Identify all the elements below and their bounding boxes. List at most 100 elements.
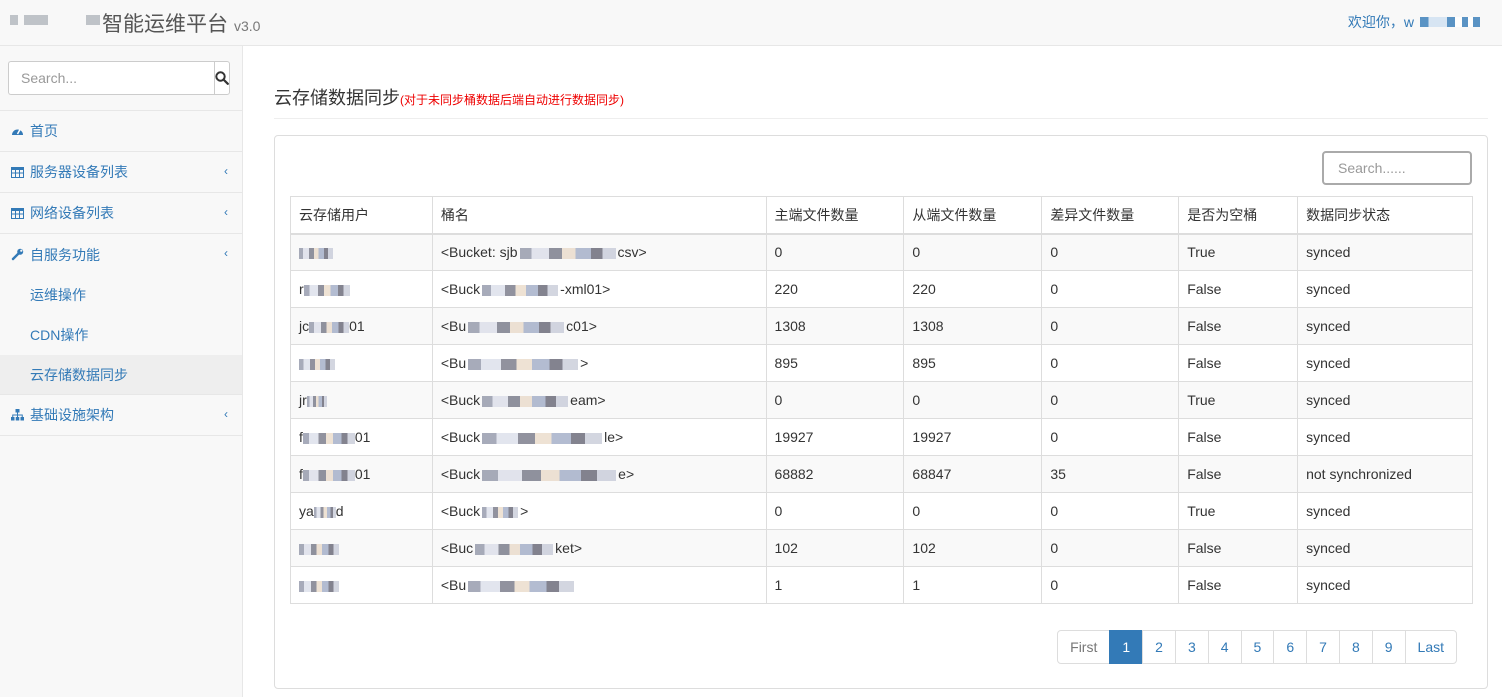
cell-user-suffix: 01: [349, 318, 365, 334]
sidebar-search: [0, 46, 242, 111]
cell-empty: False: [1178, 307, 1299, 345]
col-header-master-count[interactable]: 主端文件数量: [765, 196, 905, 235]
cell-user-suffix: 01: [354, 466, 371, 482]
cell-user: [290, 344, 433, 382]
cell-bucket-prefix: <Buck: [440, 429, 481, 445]
cell-master-count: 0: [765, 381, 905, 419]
cell-status: synced: [1297, 492, 1473, 530]
cell-status: synced: [1297, 418, 1473, 456]
cell-bucket-suffix: e>: [618, 466, 635, 482]
cell-user-suffix: 01: [354, 429, 371, 445]
cell-slave-count: 0: [903, 492, 1043, 530]
cell-empty: True: [1178, 233, 1299, 271]
cell-bucket-prefix: <Bu: [440, 318, 467, 334]
table-icon: [10, 206, 24, 220]
col-header-user[interactable]: 云存储用户: [290, 196, 433, 235]
col-header-slave-count[interactable]: 从端文件数量: [903, 196, 1043, 235]
sidebar-item-home[interactable]: 首页: [0, 111, 242, 152]
cell-status: synced: [1297, 381, 1473, 419]
welcome-text: 欢迎你，w: [1347, 14, 1414, 30]
user-menu[interactable]: 欢迎你，w: [1348, 12, 1480, 32]
main-content: 云存储数据同步 (对于未同步桶数据后端自动进行数据同步) 云存储用户 桶名 主端…: [274, 46, 1488, 689]
sidebar-subitem-ops[interactable]: 运维操作: [0, 275, 242, 315]
cell-empty: True: [1178, 492, 1299, 530]
cell-master-count: 0: [765, 492, 905, 530]
table-row: <Bucket: sjb csv> 0 0 0 True synced: [290, 233, 1473, 271]
col-header-empty[interactable]: 是否为空桶: [1178, 196, 1299, 235]
table-search-input[interactable]: [1322, 151, 1472, 185]
pagination-page-button[interactable]: 9: [1371, 630, 1406, 664]
cell-user: jr: [290, 381, 433, 419]
redacted-bucket: [482, 284, 559, 296]
cell-empty: False: [1178, 270, 1299, 308]
cell-bucket: <Bucket: sjb csv>: [431, 233, 767, 271]
pagination-last-button[interactable]: Last: [1404, 630, 1457, 664]
sidebar-subitem-cdn[interactable]: CDN操作: [0, 315, 242, 355]
cell-bucket-suffix: >: [520, 503, 529, 519]
cell-status: synced: [1297, 233, 1473, 271]
cell-bucket-suffix: c01>: [566, 318, 597, 334]
sidebar-item-label: 首页: [30, 123, 58, 139]
pagination-page-button[interactable]: 5: [1240, 630, 1275, 664]
cell-master-count: 895: [765, 344, 905, 382]
cell-master-count: 102: [765, 529, 905, 567]
search-icon: [215, 71, 229, 85]
table-row: f 01 <Buck le> 19927 19927 0 False synced: [290, 418, 1473, 456]
pagination-page-button[interactable]: 8: [1338, 630, 1373, 664]
cell-user: r: [290, 270, 433, 308]
pagination-page-button[interactable]: 4: [1207, 630, 1242, 664]
chevron-left-icon: ‹: [224, 246, 228, 260]
redacted-bucket: [468, 321, 565, 333]
cell-bucket-suffix: ket>: [555, 540, 583, 556]
pagination-page-button[interactable]: 7: [1306, 630, 1340, 664]
sidebar-subitem-cloud-sync[interactable]: 云存储数据同步: [0, 355, 242, 395]
cell-bucket: <Bu: [431, 566, 767, 604]
sidebar-search-button[interactable]: [214, 61, 230, 95]
pagination-first-button[interactable]: First: [1057, 630, 1111, 664]
chevron-left-icon: ‹: [224, 205, 228, 219]
cell-status: synced: [1297, 270, 1473, 308]
cell-bucket-suffix: -xml01>: [560, 281, 611, 297]
pagination-page-button[interactable]: 6: [1273, 630, 1308, 664]
sidebar-item-servers[interactable]: 服务器设备列表 ‹: [0, 152, 242, 193]
cell-bucket: <Buc ket>: [431, 529, 767, 567]
table-icon: [10, 165, 24, 179]
sidebar-item-label: 基础设施架构: [30, 407, 114, 423]
chevron-left-icon: ‹: [224, 407, 228, 421]
redacted-bucket: [475, 543, 554, 555]
redacted-username: [1420, 17, 1480, 27]
cell-status: synced: [1297, 529, 1473, 567]
col-header-bucket[interactable]: 桶名: [431, 196, 767, 235]
cell-diff-count: 0: [1041, 307, 1180, 345]
redacted-user: [302, 432, 355, 444]
cell-user: [290, 566, 433, 604]
col-header-status[interactable]: 数据同步状态: [1297, 196, 1473, 235]
sidebar-item-label: 自服务功能: [30, 246, 100, 263]
cell-status: not synchronized: [1297, 455, 1473, 493]
sidebar-item-self-service[interactable]: 自服务功能 ‹: [0, 234, 242, 275]
sidebar-item-infrastructure[interactable]: 基础设施架构 ‹: [0, 395, 242, 436]
cell-bucket-prefix: <Buck: [440, 466, 481, 482]
sidebar-search-input[interactable]: [8, 61, 214, 95]
sidebar-item-label: 服务器设备列表: [30, 164, 128, 180]
cell-bucket-prefix: <Buck: [440, 281, 481, 297]
cell-empty: False: [1178, 455, 1299, 493]
cell-bucket-suffix: >: [580, 355, 589, 371]
sidebar-item-network[interactable]: 网络设备列表 ‹: [0, 193, 242, 234]
cell-empty: False: [1178, 529, 1299, 567]
pagination: First 1 2 3 4 5 6 7 8 9 Last: [1057, 630, 1457, 664]
cell-bucket-prefix: <Bucket: sjb: [440, 244, 518, 261]
cell-empty: False: [1178, 344, 1299, 382]
redacted-user: [309, 321, 350, 333]
pagination-page-button[interactable]: 1: [1109, 630, 1144, 664]
cell-diff-count: 0: [1041, 270, 1180, 308]
cell-empty: False: [1178, 566, 1299, 604]
pagination-page-button[interactable]: 2: [1142, 630, 1176, 664]
cell-diff-count: 0: [1041, 492, 1180, 530]
cell-diff-count: 0: [1041, 344, 1180, 382]
col-header-diff-count[interactable]: 差异文件数量: [1041, 196, 1180, 235]
sidebar-item-label: 网络设备列表: [30, 205, 114, 221]
pagination-page-button[interactable]: 3: [1174, 630, 1209, 664]
brand[interactable]: 智能运维平台 v3.0: [10, 8, 260, 38]
redacted-bucket: [468, 358, 579, 370]
